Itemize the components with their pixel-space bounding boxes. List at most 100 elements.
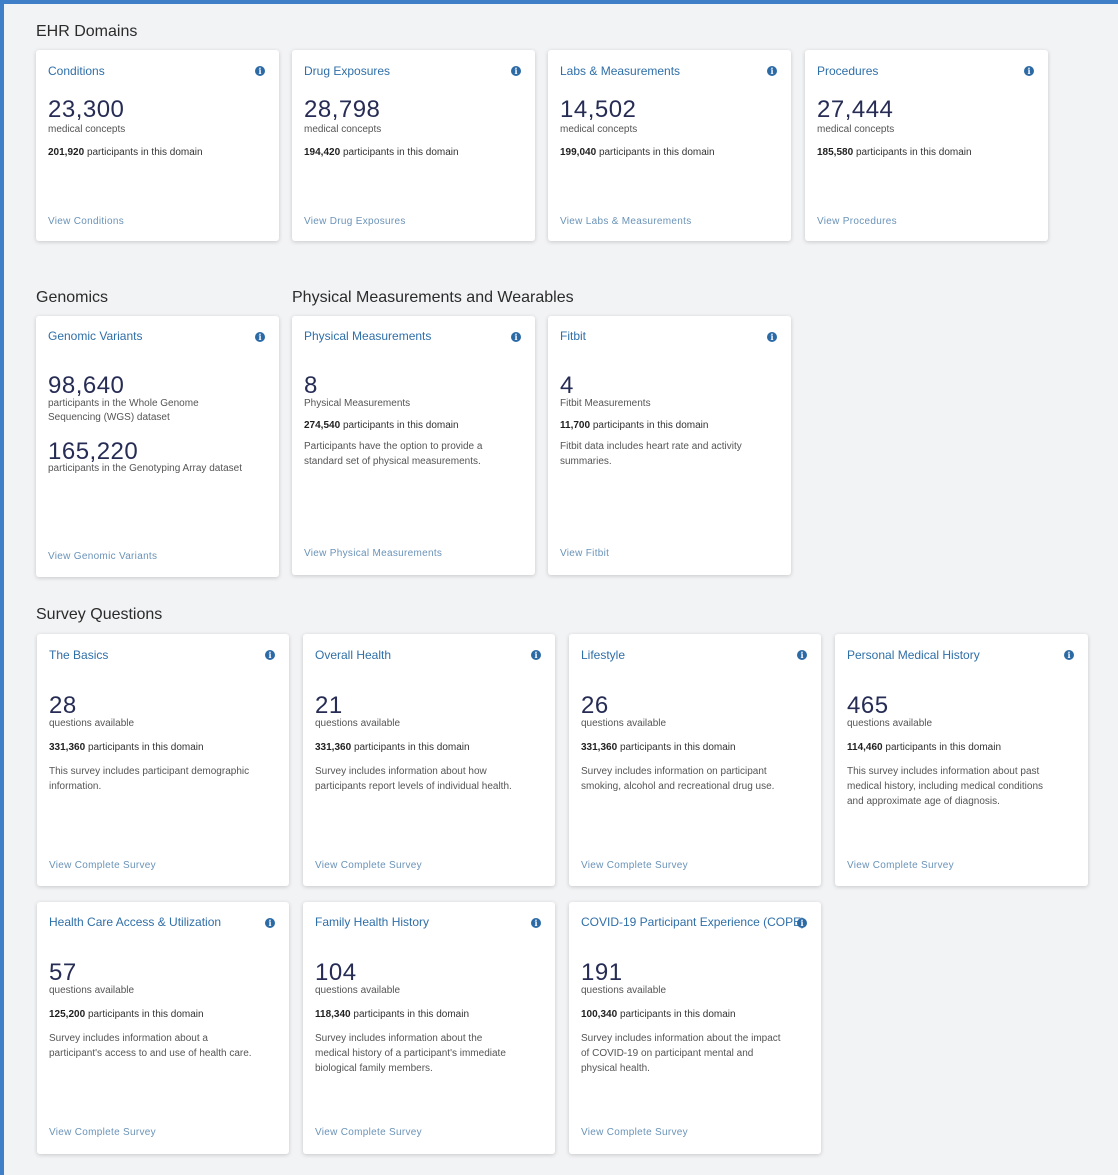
participants-count: 274,540 bbox=[304, 420, 341, 431]
card-title[interactable]: Genomic Variants bbox=[48, 329, 142, 343]
info-icon[interactable]: i bbox=[511, 332, 521, 342]
card-title[interactable]: Conditions bbox=[48, 64, 105, 78]
info-icon[interactable]: i bbox=[265, 918, 275, 928]
description-line: summaries. bbox=[560, 456, 612, 467]
view-complete-survey-link[interactable]: View Complete Survey bbox=[847, 860, 954, 871]
view-complete-survey-link[interactable]: View Complete Survey bbox=[49, 860, 156, 871]
view-fitbit-link[interactable]: View Fitbit bbox=[560, 548, 609, 559]
description-line: medical history, including medical condi… bbox=[847, 781, 1044, 792]
participants-text: 118,340 participants in this domain bbox=[315, 1009, 469, 1020]
info-icon[interactable]: i bbox=[1064, 650, 1074, 660]
info-icon[interactable]: i bbox=[255, 332, 265, 342]
concept-count: 27,444 bbox=[817, 96, 894, 123]
concept-unit: medical concepts bbox=[304, 124, 382, 135]
view-complete-survey-link[interactable]: View Complete Survey bbox=[581, 860, 688, 871]
participants-suffix: participants in this domain bbox=[592, 420, 709, 431]
question-unit: questions available bbox=[49, 985, 135, 996]
description-line: physical health. bbox=[581, 1063, 650, 1074]
array-description: participants in the Genotyping Array dat… bbox=[48, 463, 243, 474]
description-line: information. bbox=[49, 781, 102, 792]
info-icon[interactable]: i bbox=[511, 66, 521, 76]
info-icon[interactable]: i bbox=[797, 918, 807, 928]
participants-suffix: participants in this domain bbox=[619, 1009, 736, 1020]
info-icon[interactable]: i bbox=[531, 650, 541, 660]
concept-unit: medical concepts bbox=[48, 124, 126, 135]
card-description: Survey includes information about how pa… bbox=[315, 764, 543, 794]
section-title-genomics: Genomics bbox=[36, 289, 109, 306]
participants-suffix: participants in this domain bbox=[598, 147, 715, 158]
description-line: medical history of a participant's immed… bbox=[315, 1048, 506, 1059]
card-family-health-history: Family Health History i 104 questions av… bbox=[303, 902, 555, 1154]
participants-suffix: participants in this domain bbox=[619, 742, 736, 753]
concept-count: 14,502 bbox=[560, 96, 637, 123]
card-title[interactable]: Health Care Access & Utilization bbox=[49, 915, 221, 929]
section-title-physical-measurements: Physical Measurements and Wearables bbox=[292, 289, 574, 306]
description-line: standard set of physical measurements. bbox=[304, 456, 481, 467]
card-title[interactable]: Labs & Measurements bbox=[560, 64, 680, 78]
participants-count: 331,360 bbox=[49, 742, 86, 753]
question-count: 465 bbox=[847, 692, 889, 719]
view-complete-survey-link[interactable]: View Complete Survey bbox=[315, 1127, 422, 1138]
participants-count: 114,460 bbox=[847, 742, 883, 753]
participants-suffix: participants in this domain bbox=[87, 742, 204, 753]
card-description: Fitbit data includes heart rate and acti… bbox=[560, 439, 779, 469]
measurement-unit: Fitbit Measurements bbox=[560, 398, 651, 409]
card-title[interactable]: COVID-19 Participant Experience (COPE) bbox=[581, 915, 805, 929]
view-conditions-link[interactable]: View Conditions bbox=[48, 216, 124, 227]
card-title[interactable]: Fitbit bbox=[560, 329, 586, 343]
participants-count: 11,700 bbox=[560, 420, 591, 431]
info-icon[interactable]: i bbox=[255, 66, 265, 76]
view-procedures-link[interactable]: View Procedures bbox=[817, 216, 897, 227]
participants-text: 125,200 participants in this domain bbox=[49, 1009, 204, 1020]
info-icon[interactable]: i bbox=[767, 332, 777, 342]
question-unit: questions available bbox=[847, 718, 933, 729]
card-title[interactable]: Procedures bbox=[817, 64, 878, 78]
description-line: participant's access to and use of healt… bbox=[49, 1048, 252, 1059]
question-count: 26 bbox=[581, 692, 609, 719]
question-count: 28 bbox=[49, 692, 77, 719]
participants-text: 114,460 participants in this domain bbox=[847, 742, 1001, 753]
card-labs-measurements: Labs & Measurements i 14,502 medical con… bbox=[548, 50, 791, 241]
card-description: Survey includes information about the im… bbox=[581, 1031, 809, 1076]
card-title[interactable]: Physical Measurements bbox=[304, 329, 431, 343]
question-count: 21 bbox=[315, 692, 343, 719]
card-title[interactable]: Family Health History bbox=[315, 915, 429, 929]
card-description: Survey includes information about a part… bbox=[49, 1031, 277, 1061]
description-line: Survey includes information about how bbox=[315, 766, 487, 777]
card-physical-measurements: Physical Measurements i 8 Physical Measu… bbox=[292, 316, 535, 575]
info-icon[interactable]: i bbox=[531, 918, 541, 928]
card-description: This survey includes information about p… bbox=[847, 764, 1076, 809]
info-icon[interactable]: i bbox=[797, 650, 807, 660]
card-title[interactable]: Personal Medical History bbox=[847, 648, 980, 662]
view-complete-survey-link[interactable]: View Complete Survey bbox=[315, 860, 422, 871]
participants-suffix: participants in this domain bbox=[342, 147, 459, 158]
participants-text: 194,420 participants in this domain bbox=[304, 147, 459, 158]
view-labs-measurements-link[interactable]: View Labs & Measurements bbox=[560, 216, 692, 227]
card-title[interactable]: The Basics bbox=[49, 648, 108, 662]
description-line: Fitbit data includes heart rate and acti… bbox=[560, 441, 742, 452]
view-physical-measurements-link[interactable]: View Physical Measurements bbox=[304, 548, 442, 559]
participants-suffix: participants in this domain bbox=[87, 1009, 204, 1020]
concept-unit: medical concepts bbox=[817, 124, 895, 135]
question-count: 191 bbox=[581, 959, 623, 986]
info-icon[interactable]: i bbox=[767, 66, 777, 76]
participants-suffix: participants in this domain bbox=[885, 742, 1002, 753]
info-icon[interactable]: i bbox=[265, 650, 275, 660]
view-complete-survey-link[interactable]: View Complete Survey bbox=[581, 1127, 688, 1138]
view-genomic-variants-link[interactable]: View Genomic Variants bbox=[48, 551, 157, 562]
question-unit: questions available bbox=[315, 718, 401, 729]
card-title[interactable]: Lifestyle bbox=[581, 648, 625, 662]
card-health-care-access: Health Care Access & Utilization i 57 qu… bbox=[37, 902, 289, 1154]
participants-text: 331,360 participants in this domain bbox=[315, 742, 470, 753]
info-icon[interactable]: i bbox=[1024, 66, 1034, 76]
card-overall-health: Overall Health i 21 questions available … bbox=[303, 634, 555, 886]
question-unit: questions available bbox=[49, 718, 135, 729]
card-title[interactable]: Drug Exposures bbox=[304, 64, 390, 78]
view-complete-survey-link[interactable]: View Complete Survey bbox=[49, 1127, 156, 1138]
view-drug-exposures-link[interactable]: View Drug Exposures bbox=[304, 216, 406, 227]
description-line: and approximate age of diagnosis. bbox=[847, 796, 1000, 807]
question-unit: questions available bbox=[581, 985, 667, 996]
wgs-description-line2: Sequencing (WGS) dataset bbox=[48, 412, 170, 423]
card-title[interactable]: Overall Health bbox=[315, 648, 391, 662]
card-description: Survey includes information on participa… bbox=[581, 764, 809, 794]
